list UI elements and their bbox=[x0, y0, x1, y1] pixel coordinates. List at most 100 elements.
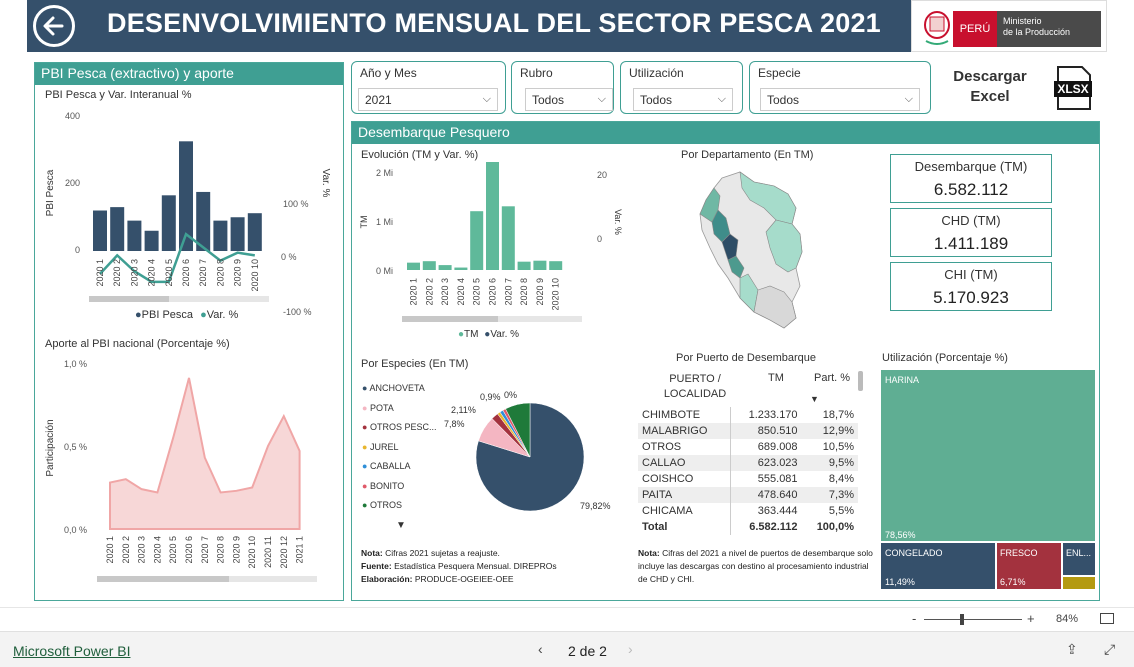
table-row[interactable]: PAITA 478.640 7,3% bbox=[638, 487, 858, 503]
pbi-scroll-thumb[interactable] bbox=[89, 296, 169, 302]
treemap-enlatado[interactable]: ENL... bbox=[1063, 543, 1095, 575]
aporte-scroll-thumb[interactable] bbox=[97, 576, 229, 582]
pbi-bar[interactable] bbox=[213, 220, 228, 251]
coat-of-arms-icon bbox=[920, 7, 954, 47]
evolucion-bar[interactable] bbox=[470, 211, 484, 270]
puerto-header-localidad[interactable]: PUERTO / LOCALIDAD bbox=[640, 372, 750, 402]
back-arrow-icon bbox=[43, 16, 64, 36]
slicer-label: Utilización bbox=[629, 66, 684, 80]
table-total-row: Total 6.582.112 100,0% bbox=[638, 519, 858, 535]
legend-var: Var. % bbox=[490, 329, 520, 340]
back-button[interactable] bbox=[33, 5, 75, 47]
powerbi-link[interactable]: Microsoft Power BI bbox=[13, 643, 130, 659]
pbi-xtick: 2020 7 bbox=[198, 259, 208, 287]
next-page-icon[interactable]: › bbox=[628, 641, 633, 657]
evolucion-scrollbar[interactable] bbox=[402, 316, 582, 322]
total-tm: 6.582.112 bbox=[729, 519, 802, 535]
slicer-dropdown[interactable]: Todos ⌵ bbox=[525, 88, 613, 111]
puerto-header-part[interactable]: Part. % bbox=[814, 372, 850, 384]
fullscreen-icon[interactable]: ⤢ bbox=[1104, 641, 1115, 658]
pbi-scrollbar[interactable] bbox=[89, 296, 269, 302]
cell-tm: 555.081 bbox=[729, 471, 802, 487]
pbi-bar[interactable] bbox=[127, 220, 142, 251]
cell-part: 8,4% bbox=[828, 473, 854, 485]
peru-map[interactable] bbox=[692, 168, 812, 333]
cell-tm: 1.233.170 bbox=[729, 407, 802, 423]
evolucion-bar[interactable] bbox=[407, 262, 420, 270]
download-excel-button[interactable]: Descargar Excel bbox=[944, 67, 1036, 107]
zoom-in-button[interactable]: + bbox=[1027, 611, 1035, 626]
chevron-down-icon: ⌵ bbox=[717, 93, 726, 105]
slicer-especie[interactable]: Especie Todos ⌵ bbox=[749, 61, 931, 114]
legend-item[interactable]: ● BONITO bbox=[362, 477, 436, 497]
pbi-bar[interactable] bbox=[230, 217, 245, 251]
treemap-otros[interactable] bbox=[1063, 577, 1095, 589]
legend-item[interactable]: ● CABALLA bbox=[362, 457, 436, 477]
legend-more-icon[interactable]: ▼ bbox=[396, 520, 406, 531]
pbi-bar[interactable] bbox=[144, 230, 159, 251]
table-scrollbar[interactable] bbox=[858, 371, 863, 391]
evolucion-scroll-thumb[interactable] bbox=[402, 316, 498, 322]
aporte-xtick: 2020 9 bbox=[231, 536, 241, 564]
kpi-label: CHI (TM) bbox=[944, 267, 998, 282]
evolucion-xtick: 2020 6 bbox=[488, 278, 498, 306]
zoom-slider-handle[interactable] bbox=[960, 614, 964, 625]
legend-item[interactable]: ● OTROS PESC... bbox=[362, 418, 436, 438]
legend-tm: TM bbox=[464, 329, 479, 340]
legend-label: POTA bbox=[369, 402, 394, 413]
slicer-dropdown[interactable]: Todos ⌵ bbox=[760, 88, 920, 111]
evolucion-bar[interactable] bbox=[422, 261, 436, 270]
puerto-header-tm[interactable]: TM bbox=[768, 372, 784, 384]
cell-localidad: MALABRIGO bbox=[642, 425, 708, 437]
evolucion-bar[interactable] bbox=[454, 267, 468, 270]
pbi-bar[interactable] bbox=[110, 207, 125, 251]
table-row[interactable]: OTROS 689.008 10,5% bbox=[638, 439, 858, 455]
aporte-ytick: 0,0 % bbox=[64, 525, 87, 535]
sort-down-icon[interactable]: ▼ bbox=[810, 394, 819, 404]
legend-dot-icon: ● bbox=[135, 309, 142, 321]
evolucion-bar[interactable] bbox=[486, 162, 499, 270]
pbi-bar[interactable] bbox=[161, 195, 176, 251]
treemap-congelado[interactable]: CONGELADO 11,49% bbox=[881, 543, 995, 589]
evolucion-bar[interactable] bbox=[549, 261, 563, 270]
pbi-bar[interactable] bbox=[247, 213, 262, 251]
prev-page-icon[interactable]: ‹ bbox=[538, 641, 543, 657]
legend-dot-icon: ● bbox=[362, 402, 368, 413]
aporte-scrollbar[interactable] bbox=[97, 576, 317, 582]
table-row[interactable]: CHICAMA 363.444 5,5% bbox=[638, 503, 858, 519]
slicer-rubro[interactable]: Rubro Todos ⌵ bbox=[511, 61, 614, 114]
evolucion-xtick: 2020 2 bbox=[424, 278, 434, 306]
legend-item[interactable]: ● OTROS bbox=[362, 496, 436, 516]
slicer-anio-mes[interactable]: Año y Mes 2021 ⌵ bbox=[351, 61, 506, 114]
treemap-fresco[interactable]: FRESCO 6,71% bbox=[997, 543, 1061, 589]
share-icon[interactable]: ⇪ bbox=[1066, 641, 1078, 658]
legend-item[interactable]: ● JUREL bbox=[362, 438, 436, 458]
legend-item[interactable]: ● ANCHOVETA bbox=[362, 379, 436, 399]
pbi-bar[interactable] bbox=[93, 210, 107, 252]
fit-page-icon[interactable] bbox=[1100, 613, 1114, 624]
download-line1: Descargar bbox=[953, 68, 1027, 85]
slicer-utilizacion[interactable]: Utilización Todos ⌵ bbox=[620, 61, 743, 114]
table-row[interactable]: CALLAO 623.023 9,5% bbox=[638, 455, 858, 471]
pbi-y2tick: 0 % bbox=[281, 252, 297, 262]
xlsx-file-icon[interactable]: XLSX bbox=[1052, 65, 1094, 111]
evolucion-bar[interactable] bbox=[517, 261, 531, 270]
table-row[interactable]: MALABRIGO 850.510 12,9% bbox=[638, 423, 858, 439]
zoom-slider[interactable] bbox=[924, 619, 1022, 620]
evolucion-bar[interactable] bbox=[438, 265, 452, 270]
slicer-dropdown[interactable]: 2021 ⌵ bbox=[358, 88, 498, 111]
treemap-label: CONGELADO bbox=[885, 548, 943, 558]
evolucion-bar[interactable] bbox=[501, 206, 515, 270]
zoom-out-button[interactable]: - bbox=[912, 611, 916, 626]
note-label: Fuente: bbox=[361, 561, 392, 571]
pbi-panel: PBI Pesca (extractivo) y aporte PBI Pesc… bbox=[34, 62, 344, 601]
cell-tm: 850.510 bbox=[729, 423, 802, 439]
evolucion-bar[interactable] bbox=[533, 260, 547, 270]
treemap-harina[interactable]: HARINA 78,56% bbox=[881, 370, 1095, 541]
notes-right: Nota: Cifras del 2021 a nivel de puertos… bbox=[638, 547, 873, 586]
table-row[interactable]: CHIMBOTE 1.233.170 18,7% bbox=[638, 407, 858, 423]
legend-item[interactable]: ● POTA bbox=[362, 399, 436, 419]
table-row[interactable]: COISHCO 555.081 8,4% bbox=[638, 471, 858, 487]
slicer-dropdown[interactable]: Todos ⌵ bbox=[633, 88, 733, 111]
pie-label: 7,8% bbox=[444, 419, 465, 429]
